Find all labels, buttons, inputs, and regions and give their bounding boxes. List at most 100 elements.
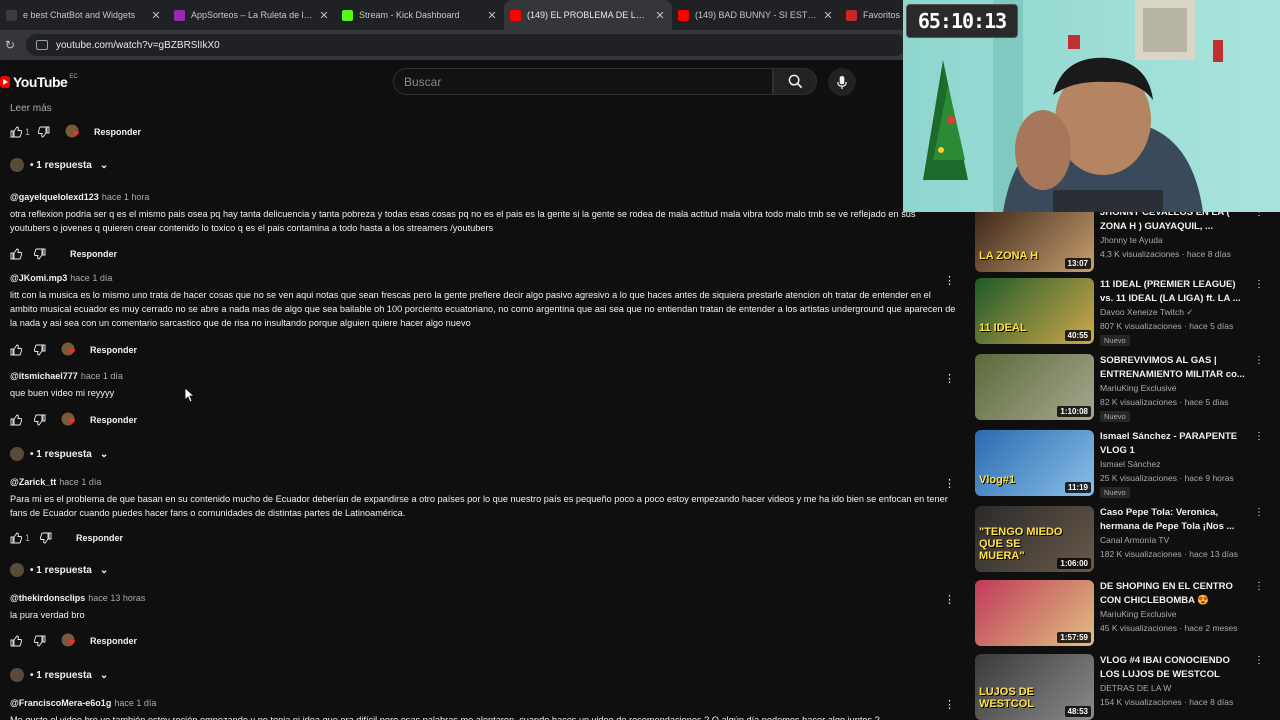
comment-menu-icon[interactable]: ⋮	[944, 374, 955, 385]
browser-tab[interactable]: (149) BAD BUNNY - SI ESTUVIÉ ✕	[672, 0, 840, 30]
url-field[interactable]: youtube.com/watch?v=gBZBRSlIkX0	[26, 34, 906, 56]
replies-toggle[interactable]: • 1 respuesta ⌄	[10, 446, 108, 462]
video-thumbnail[interactable]: LUJOS DE WESTCOL 48:53	[975, 654, 1094, 720]
video-thumbnail[interactable]: 1:10:08	[975, 354, 1094, 420]
dislike-icon[interactable]	[39, 532, 52, 544]
video-card[interactable]: "TENGO MIEDO QUE SE MUERA" 1:06:00 Caso Pe…	[975, 506, 1275, 572]
tab-favicon-icon	[846, 9, 857, 21]
comment-time[interactable]: hace 13 horas	[88, 593, 145, 603]
video-menu-icon[interactable]: ⋮	[1254, 582, 1264, 592]
video-card[interactable]: LA ZONA H 13:07 JHONNY CEVALLOS EN LA ( ZO…	[975, 206, 1275, 272]
comment-actions: 1 Responder	[10, 530, 123, 546]
comment-time[interactable]: hace 1 día	[114, 698, 156, 708]
video-stats: 82 K visualizaciones · hace 5 días	[1100, 397, 1229, 407]
channel-name[interactable]: Jhonny te Ayuda	[1100, 235, 1163, 245]
video-menu-icon[interactable]: ⋮	[1254, 508, 1264, 518]
video-title[interactable]: 11 IDEAL (PREMIER LEAGUE) vs. 11 IDEAL (…	[1100, 278, 1248, 306]
comment-time[interactable]: hace 1 día	[59, 477, 101, 487]
video-card[interactable]: Vlog#1 11:19 Ismael Sánchez - PARAPENTE VL…	[975, 430, 1275, 498]
video-menu-icon[interactable]: ⋮	[1254, 356, 1264, 366]
video-menu-icon[interactable]: ⋮	[1254, 656, 1264, 666]
close-tab-icon[interactable]: ✕	[150, 9, 162, 22]
video-thumbnail[interactable]: "TENGO MIEDO QUE SE MUERA" 1:06:00	[975, 506, 1094, 572]
channel-name[interactable]: Davoo Xeneize Twitch ✓	[1100, 307, 1193, 318]
reload-icon[interactable]: ↻	[2, 38, 18, 52]
close-tab-icon[interactable]: ✕	[654, 9, 666, 22]
comment-menu-icon[interactable]: ⋮	[944, 479, 955, 490]
close-tab-icon[interactable]: ✕	[318, 9, 330, 22]
comment-header: @FranciscoMera-e6o1g hace 1 día	[10, 698, 960, 710]
dislike-icon[interactable]	[37, 126, 50, 138]
like-icon[interactable]	[10, 126, 23, 138]
like-icon[interactable]	[10, 248, 23, 260]
site-info-icon[interactable]	[36, 40, 48, 50]
channel-name[interactable]: MariuKing Exclusive	[1100, 609, 1177, 619]
read-more-link[interactable]: Leer más	[10, 103, 52, 114]
channel-name[interactable]: DETRAS DE LA W	[1100, 683, 1171, 693]
video-thumbnail[interactable]: Vlog#1 11:19	[975, 430, 1094, 496]
replies-toggle[interactable]: • 1 respuesta ⌄	[10, 667, 108, 683]
video-card[interactable]: 1:10:08 SOBREVIVIMOS AL GAS | ENTRENAMIEN…	[975, 354, 1275, 422]
like-icon[interactable]	[10, 532, 23, 544]
reply-button[interactable]: Responder	[94, 127, 141, 137]
replies-toggle[interactable]: • 1 respuesta ⌄	[10, 562, 108, 578]
video-menu-icon[interactable]: ⋮	[1254, 432, 1264, 442]
voice-search-button[interactable]	[828, 68, 856, 96]
search-input[interactable]: Buscar	[393, 68, 773, 95]
comment-menu-icon[interactable]: ⋮	[944, 700, 955, 711]
browser-tab[interactable]: (149) EL PROBLEMA DE LOS STR ✕	[504, 0, 672, 30]
tab-label: Stream - Kick Dashboard	[359, 10, 460, 20]
like-icon[interactable]	[10, 414, 23, 426]
reply-button[interactable]: Responder	[70, 249, 117, 259]
video-title[interactable]: Ismael Sánchez - PARAPENTE VLOG 1	[1100, 430, 1248, 458]
comment-author[interactable]: @JKomi.mp3	[10, 273, 67, 283]
channel-name[interactable]: MariuKing Exclusive	[1100, 383, 1177, 393]
like-icon[interactable]	[10, 344, 23, 356]
browser-tab[interactable]: Stream - Kick Dashboard ✕	[336, 0, 504, 30]
comment-menu-icon[interactable]: ⋮	[944, 276, 955, 287]
reply-button[interactable]: Responder	[90, 415, 137, 425]
search-button[interactable]	[773, 68, 817, 95]
comment-author[interactable]: @Zarick_tt	[10, 477, 56, 487]
dislike-icon[interactable]	[33, 344, 46, 356]
like-icon[interactable]	[10, 635, 23, 647]
video-title[interactable]: DE SHOPING EN EL CENTRO CON CHICLEBOMBA …	[1100, 580, 1248, 608]
dislike-icon[interactable]	[33, 414, 46, 426]
video-thumbnail[interactable]: 1:57:59	[975, 580, 1094, 646]
comment-text: Me gusto el video bro yo también estoy r…	[10, 715, 880, 720]
reply-button[interactable]: Responder	[90, 345, 137, 355]
close-tab-icon[interactable]: ✕	[822, 9, 834, 22]
close-tab-icon[interactable]: ✕	[486, 9, 498, 22]
video-thumbnail[interactable]: 11 IDEAL 40:55	[975, 278, 1094, 344]
video-title[interactable]: SOBREVIVIMOS AL GAS | ENTRENAMIENTO MILI…	[1100, 354, 1248, 382]
comment-time[interactable]: hace 1 hora	[102, 192, 150, 202]
reply-button[interactable]: Responder	[90, 636, 137, 646]
channel-name[interactable]: Ismael Sánchez	[1100, 459, 1160, 469]
video-title[interactable]: VLOG #4 IBAI CONOCIENDO LOS LUJOS DE WES…	[1100, 654, 1248, 682]
comment: @itsmichael777 hace 1 día que buen video m…	[10, 371, 960, 400]
youtube-logo[interactable]: YouTube EC	[0, 74, 78, 90]
comment-time[interactable]: hace 1 día	[81, 371, 123, 381]
video-thumbnail[interactable]: LA ZONA H 13:07	[975, 206, 1094, 272]
video-menu-icon[interactable]: ⋮	[1254, 280, 1264, 290]
video-stats: 807 K visualizaciones · hace 5 días	[1100, 321, 1234, 331]
channel-name[interactable]: Canal Armonía TV	[1100, 535, 1169, 545]
comment-time[interactable]: hace 1 día	[70, 273, 112, 283]
comment-author[interactable]: @thekirdonsclips	[10, 593, 85, 603]
dislike-icon[interactable]	[33, 635, 46, 647]
browser-tab[interactable]: AppSorteos – La Ruleta de la Su ✕	[168, 0, 336, 30]
video-card[interactable]: 11 IDEAL 40:55 11 IDEAL (PREMIER LEAGUE) v…	[975, 278, 1275, 346]
browser-tab[interactable]: e best ChatBot and Widgets ✕	[0, 0, 168, 30]
replies-toggle[interactable]: • 1 respuesta ⌄	[10, 157, 108, 173]
video-title[interactable]: Caso Pepe Tola: Veronica, hermana de Pep…	[1100, 506, 1248, 534]
comment-menu-icon[interactable]: ⋮	[944, 595, 955, 606]
video-card[interactable]: LUJOS DE WESTCOL 48:53 VLOG #4 IBAI CONOCI…	[975, 654, 1275, 720]
video-card[interactable]: 1:57:59 DE SHOPING EN EL CENTRO CON CHICL…	[975, 580, 1275, 646]
dislike-icon[interactable]	[33, 248, 46, 260]
comment-author[interactable]: @FranciscoMera-e6o1g	[10, 698, 111, 708]
thumbnail-text: "TENGO MIEDO QUE SE MUERA"	[979, 526, 1063, 562]
comment-author[interactable]: @itsmichael777	[10, 371, 78, 381]
reply-button[interactable]: Responder	[76, 533, 123, 543]
comment-author[interactable]: @gayelquelolexd123	[10, 192, 99, 202]
microphone-icon	[837, 75, 847, 89]
